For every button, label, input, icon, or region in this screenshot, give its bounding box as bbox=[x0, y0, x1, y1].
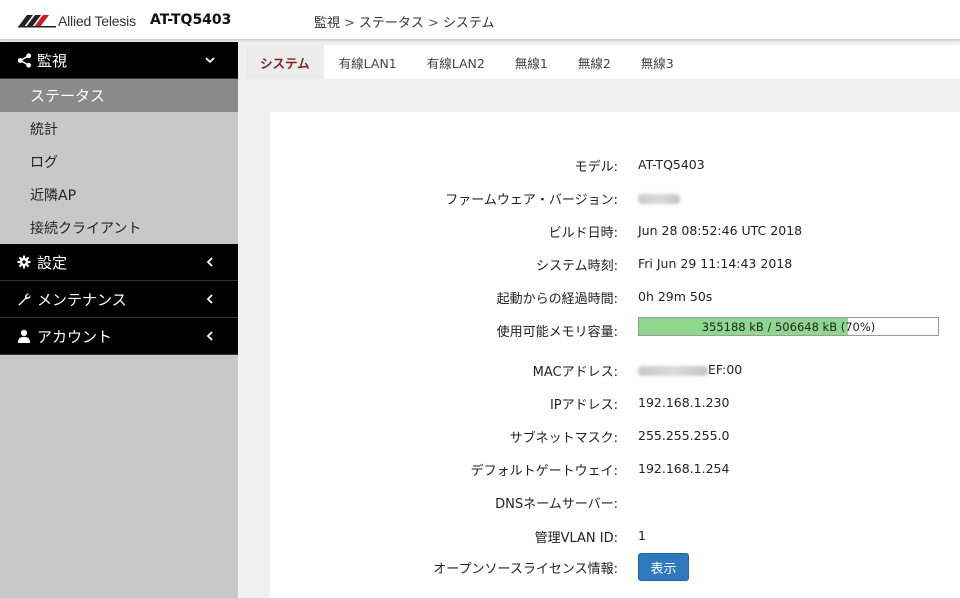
chevron-left-icon bbox=[206, 294, 213, 304]
chevron-left-icon bbox=[206, 257, 213, 267]
mac-suffix: EF:00 bbox=[708, 362, 743, 377]
status-tabs: システム 有線LAN1 有線LAN2 無線1 無線2 無線3 bbox=[246, 45, 960, 79]
subnet-label: サブネットマスク: bbox=[509, 431, 618, 446]
share-icon bbox=[16, 52, 32, 68]
info-row-firmware: ファームウェア・バージョン: bbox=[270, 185, 960, 209]
info-row-oss-license: オープンソースライセンス情報: 表示 bbox=[270, 553, 960, 581]
tab-wireless3[interactable]: 無線3 bbox=[626, 45, 689, 79]
user-icon bbox=[16, 328, 32, 344]
system-time-value: Fri Jun 29 11:14:43 2018 bbox=[638, 256, 793, 271]
uptime-label: 起動からの経過時間: bbox=[496, 292, 618, 307]
info-row-system-time: システム時刻: Fri Jun 29 11:14:43 2018 bbox=[270, 251, 960, 275]
memory-label: 使用可能メモリ容量: bbox=[496, 325, 618, 340]
sidebar-group-settings[interactable]: 設定 bbox=[0, 244, 238, 281]
build-value: Jun 28 08:52:46 UTC 2018 bbox=[638, 223, 803, 238]
sidebar: 監視 ステータス 統計 ログ 近隣AP 接続クライアント 設定 メンテナンス ア… bbox=[0, 42, 238, 598]
info-row-dns: DNSネームサーバー: bbox=[270, 489, 960, 513]
tab-wireless1[interactable]: 無線1 bbox=[500, 45, 563, 79]
uptime-value: 0h 29m 50s bbox=[638, 289, 713, 304]
info-row-model: モデル: AT-TQ5403 bbox=[270, 152, 960, 176]
tab-system[interactable]: システム bbox=[246, 45, 324, 79]
memory-progress-text: 355188 kB / 506648 kB (70%) bbox=[701, 320, 876, 334]
vlan-label: 管理VLAN ID: bbox=[534, 531, 618, 546]
brand-logo: Allied Telesis bbox=[18, 13, 136, 29]
top-header: Allied Telesis AT-TQ5403 監視 > ステータス > システム bbox=[0, 0, 960, 40]
show-license-button[interactable]: 表示 bbox=[638, 553, 689, 581]
breadcrumb-separator: > bbox=[344, 16, 355, 31]
sidebar-item-status[interactable]: ステータス bbox=[0, 79, 238, 112]
firmware-value-redacted bbox=[638, 190, 680, 205]
tab-wired-lan1[interactable]: 有線LAN1 bbox=[324, 45, 412, 79]
info-row-subnet: サブネットマスク: 255.255.255.0 bbox=[270, 423, 960, 447]
sidebar-group-account[interactable]: アカウント bbox=[0, 318, 238, 355]
chevron-left-icon bbox=[206, 331, 213, 341]
subnet-value: 255.255.255.0 bbox=[638, 428, 730, 443]
mac-value: EF:00 bbox=[638, 362, 742, 377]
info-row-vlan: 管理VLAN ID: 1 bbox=[270, 523, 960, 547]
gear-icon bbox=[16, 254, 32, 270]
sidebar-group-label: 設定 bbox=[37, 253, 68, 272]
breadcrumb-separator: > bbox=[427, 16, 439, 31]
sidebar-item-statistics[interactable]: 統計 bbox=[0, 112, 238, 145]
gateway-label: デフォルトゲートウェイ: bbox=[470, 464, 618, 479]
info-row-mac: MACアドレス: EF:00 bbox=[270, 357, 960, 381]
info-row-build: ビルド日時: Jun 28 08:52:46 UTC 2018 bbox=[270, 218, 960, 242]
info-row-memory: 使用可能メモリ容量: 355188 kB / 506648 kB (70%) bbox=[270, 317, 960, 341]
dns-label: DNSネームサーバー: bbox=[495, 497, 618, 512]
sidebar-item-neighbor-ap[interactable]: 近隣AP bbox=[0, 178, 238, 211]
mac-label: MACアドレス: bbox=[532, 365, 618, 380]
memory-progress-bar: 355188 kB / 506648 kB (70%) bbox=[638, 317, 939, 336]
info-row-uptime: 起動からの経過時間: 0h 29m 50s bbox=[270, 284, 960, 308]
model-value: AT-TQ5403 bbox=[638, 157, 705, 172]
build-label: ビルド日時: bbox=[548, 226, 618, 241]
device-model-title: AT-TQ5403 bbox=[150, 12, 232, 28]
firmware-label: ファームウェア・バージョン: bbox=[445, 193, 618, 208]
sidebar-item-connected-clients[interactable]: 接続クライアント bbox=[0, 211, 238, 244]
ip-value: 192.168.1.230 bbox=[638, 395, 730, 410]
oss-license-label: オープンソースライセンス情報: bbox=[433, 562, 618, 577]
info-row-ip: IPアドレス: 192.168.1.230 bbox=[270, 390, 960, 414]
tab-wireless2[interactable]: 無線2 bbox=[563, 45, 626, 79]
breadcrumb-item-system: システム bbox=[442, 16, 495, 31]
sidebar-group-maintenance[interactable]: メンテナンス bbox=[0, 281, 238, 318]
vlan-value: 1 bbox=[638, 528, 646, 543]
breadcrumb-item-monitor[interactable]: 監視 bbox=[314, 16, 340, 31]
brand-name: Allied Telesis bbox=[58, 13, 136, 29]
ip-label: IPアドレス: bbox=[549, 398, 618, 413]
sidebar-group-monitor[interactable]: 監視 bbox=[0, 42, 238, 79]
chevron-down-icon bbox=[205, 57, 215, 64]
model-label: モデル: bbox=[574, 160, 618, 175]
tab-wired-lan2[interactable]: 有線LAN2 bbox=[412, 45, 500, 79]
info-row-gateway: デフォルトゲートウェイ: 192.168.1.254 bbox=[270, 456, 960, 480]
sidebar-group-label: 監視 bbox=[37, 51, 68, 70]
gateway-value: 192.168.1.254 bbox=[638, 461, 730, 476]
breadcrumb-item-status[interactable]: ステータス bbox=[359, 16, 424, 31]
wrench-icon bbox=[16, 291, 32, 307]
breadcrumb: 監視 > ステータス > システム bbox=[314, 12, 494, 31]
sidebar-group-label: メンテナンス bbox=[37, 290, 127, 309]
mac-redacted-part bbox=[638, 365, 708, 376]
sidebar-item-log[interactable]: ログ bbox=[0, 145, 238, 178]
system-time-label: システム時刻: bbox=[536, 259, 618, 274]
allied-telesis-logo-icon bbox=[18, 15, 56, 28]
system-info-panel: モデル: AT-TQ5403 ファームウェア・バージョン: ビルド日時: Jun… bbox=[270, 112, 960, 598]
sidebar-group-label: アカウント bbox=[37, 327, 113, 346]
